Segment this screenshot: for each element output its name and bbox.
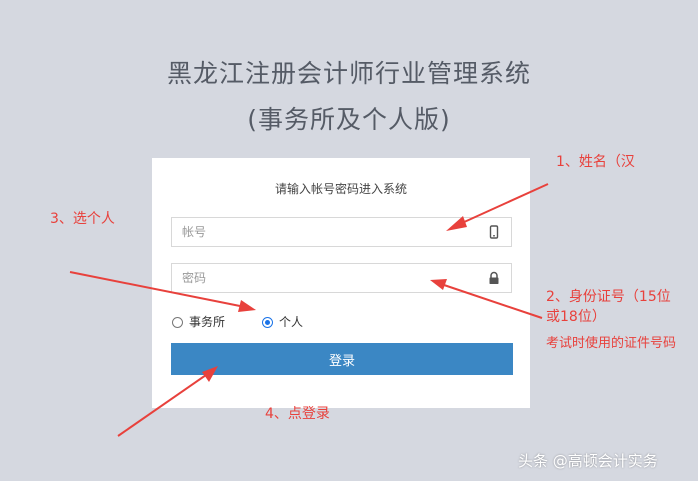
- arrow-to-account: [446, 183, 549, 231]
- arrow-to-login: [117, 366, 218, 437]
- annotation-select-individual: 3、选个人: [50, 211, 115, 227]
- annotation-id-number: 2、身份证号（15位: [546, 289, 671, 305]
- annotation-id-note: 考试时使用的证件号码: [546, 336, 677, 351]
- watermark: 头条 @高顿会计实务: [518, 452, 658, 470]
- annotation-click-login: 4、点登录: [265, 406, 330, 422]
- arrow-to-password: [430, 279, 543, 319]
- annotation-arrows: [69, 183, 549, 437]
- annotation-name: 1、姓名（汉: [556, 154, 635, 170]
- arrow-to-individual: [69, 271, 256, 312]
- annotation-id-length: 或18位）: [546, 309, 606, 325]
